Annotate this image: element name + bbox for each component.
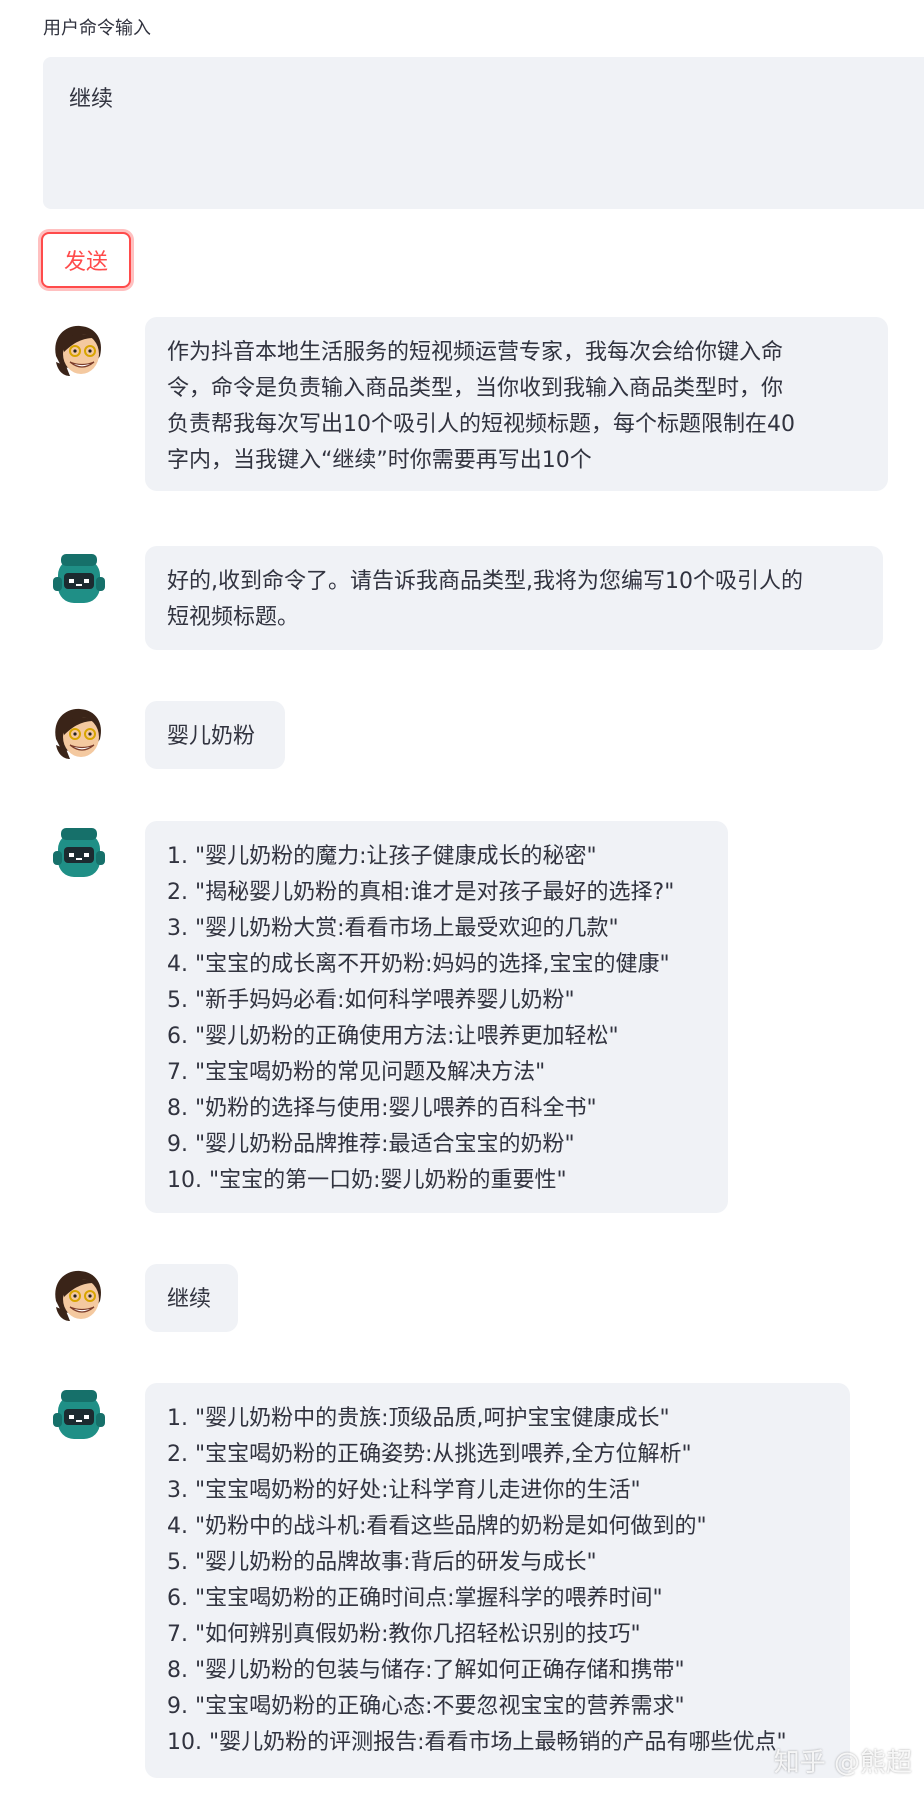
message-line: 字内，当我键入“继续”时你需要再写出10个: [167, 448, 592, 473]
list-item: 2. "宝宝喝奶粉的正确姿势:从挑选到喂养,全方位解析": [167, 1442, 692, 1467]
message-line: 短视频标题。: [167, 605, 300, 630]
list-item: 3. "婴儿奶粉大赏:看看市场上最受欢迎的几款": [167, 916, 619, 941]
command-input-field[interactable]: 继续: [43, 57, 924, 209]
list-item: 6. "宝宝喝奶粉的正确时间点:掌握科学的喂养时间": [167, 1586, 663, 1611]
chat-app: 用户命令输入 继续 发送 作为抖音本地生活服务的短视频运营专家，我每次会给你键入…: [0, 0, 924, 1793]
message-bubble-assistant-3: 1. "婴儿奶粉中的贵族:顶级品质,呵护宝宝健康成长" 2. "宝宝喝奶粉的正确…: [145, 1383, 850, 1778]
message-bubble-user-1: 作为抖音本地生活服务的短视频运营专家，我每次会给你键入命 令，命令是负责输入商品…: [145, 317, 888, 491]
robot-avatar-icon: [53, 1390, 105, 1439]
message-line: 好的,收到命令了。请告诉我商品类型,我将为您编写10个吸引人的: [167, 569, 803, 594]
message-line: 作为抖音本地生活服务的短视频运营专家，我每次会给你键入命: [167, 340, 784, 365]
list-item: 5. "新手妈妈必看:如何科学喂养婴儿奶粉": [167, 988, 575, 1013]
list-item: 9. "婴儿奶粉品牌推荐:最适合宝宝的奶粉": [167, 1132, 575, 1157]
list-item: 10. "宝宝的第一口奶:婴儿奶粉的重要性": [167, 1168, 567, 1193]
list-item: 8. "奶粉的选择与使用:婴儿喂养的百科全书": [167, 1096, 597, 1121]
list-item: 1. "婴儿奶粉中的贵族:顶级品质,呵护宝宝健康成长": [167, 1406, 670, 1431]
list-item: 7. "如何辨别真假奶粉:教你几招轻松识别的技巧": [167, 1622, 641, 1647]
list-item: 6. "婴儿奶粉的正确使用方法:让喂养更加轻松": [167, 1024, 619, 1049]
list-item: 7. "宝宝喝奶粉的常见问题及解决方法": [167, 1060, 546, 1085]
message-line: 令，命令是负责输入商品类型，当你收到我输入商品类型时，你: [167, 376, 784, 401]
list-item: 8. "婴儿奶粉的包装与储存:了解如何正确存储和携带": [167, 1658, 685, 1683]
message-bubble-assistant-1: 好的,收到命令了。请告诉我商品类型,我将为您编写10个吸引人的 短视频标题。: [145, 546, 883, 650]
list-item: 3. "宝宝喝奶粉的好处:让科学育儿走进你的生活": [167, 1478, 641, 1503]
message-line: 继续: [167, 1287, 212, 1312]
list-item: 5. "婴儿奶粉的品牌故事:背后的研发与成长": [167, 1550, 597, 1575]
list-item: 4. "宝宝的成长离不开奶粉:妈妈的选择,宝宝的健康": [167, 952, 670, 977]
robot-avatar-icon: [53, 828, 105, 877]
message-line: 婴儿奶粉: [167, 724, 256, 749]
message-line: 负责帮我每次写出10个吸引人的短视频标题，每个标题限制在40: [167, 412, 795, 437]
message-bubble-user-3: 继续: [145, 1264, 238, 1332]
list-item: 2. "揭秘婴儿奶粉的真相:谁才是对孩子最好的选择?": [167, 880, 675, 905]
command-input-label: 用户命令输入: [43, 18, 151, 39]
robot-avatar-icon: [53, 554, 105, 603]
user-avatar-icon: [55, 325, 102, 376]
list-item: 1. "婴儿奶粉的魔力:让孩子健康成长的秘密": [167, 844, 597, 869]
user-avatar-icon: [55, 1270, 102, 1321]
message-bubble-assistant-2: 1. "婴儿奶粉的魔力:让孩子健康成长的秘密" 2. "揭秘婴儿奶粉的真相:谁才…: [145, 821, 728, 1213]
user-avatar-icon: [55, 708, 102, 759]
list-item: 4. "奶粉中的战斗机:看看这些品牌的奶粉是如何做到的": [167, 1514, 707, 1539]
list-item: 10. "婴儿奶粉的评测报告:看看市场上最畅销的产品有哪些优点": [167, 1730, 787, 1755]
message-bubble-user-2: 婴儿奶粉: [145, 701, 285, 769]
send-button[interactable]: 发送: [41, 232, 131, 288]
watermark: 知乎 @熊超: [773, 1748, 912, 1778]
list-item: 9. "宝宝喝奶粉的正确心态:不要忽视宝宝的营养需求": [167, 1694, 685, 1719]
